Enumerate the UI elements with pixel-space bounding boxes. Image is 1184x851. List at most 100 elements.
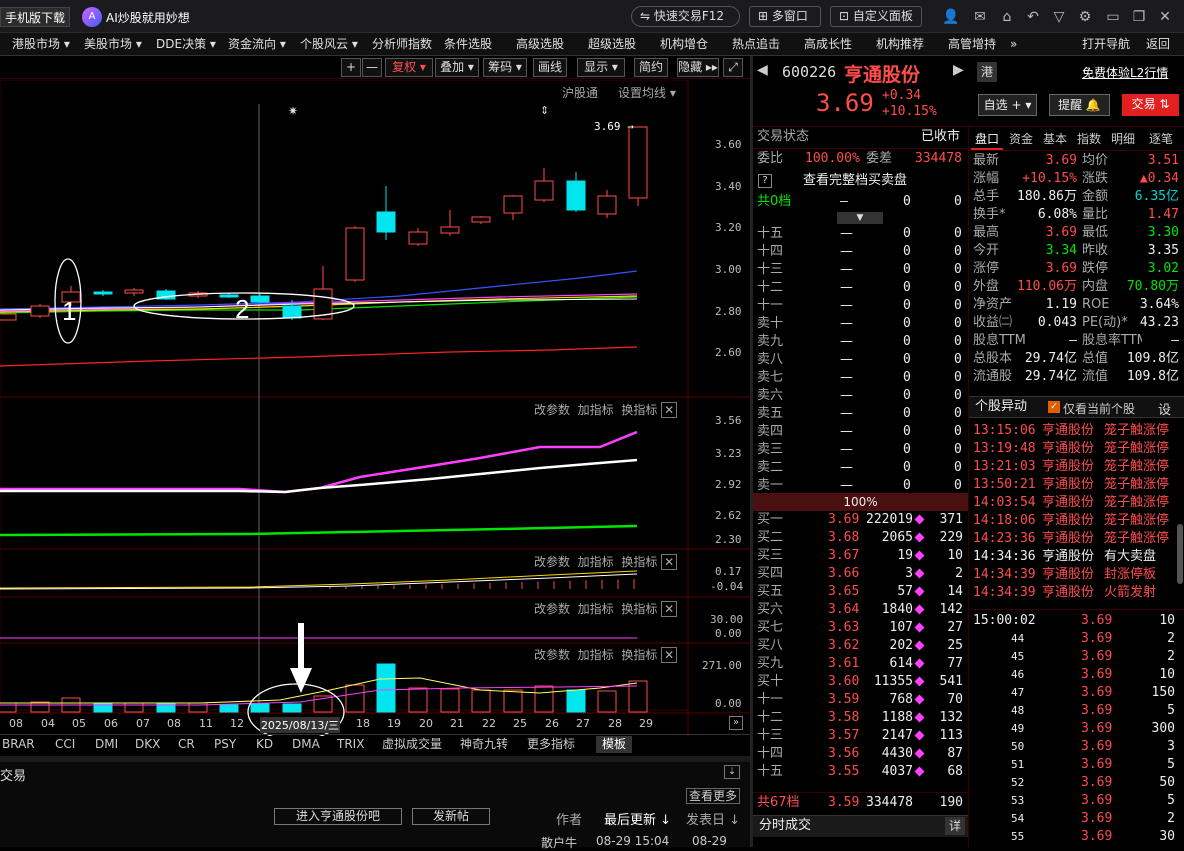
hide-button[interactable]: 隐藏 ▸▸ — [677, 58, 719, 77]
indicator-tab-更多指标[interactable]: 更多指标 — [527, 736, 575, 753]
edit-params-link[interactable]: 改参数 — [534, 555, 570, 569]
menu-advanced-pick[interactable]: 高级选股 — [516, 33, 564, 56]
ind1-links[interactable]: 改参数 加指标 换指标 ✕ — [534, 401, 678, 418]
close-icon[interactable]: ✕ — [661, 554, 678, 570]
hugutong-link[interactable]: 沪股通 — [562, 84, 598, 101]
expand-icon[interactable]: ⤢ — [723, 58, 743, 77]
switch-indicator-link[interactable]: 换指标 — [621, 403, 657, 417]
collapse-chevron-icon[interactable]: ▼ — [837, 212, 883, 224]
ai-logo-icon[interactable]: A — [82, 7, 102, 27]
view-more-button[interactable]: 查看更多 — [686, 788, 741, 804]
custom-panel-button[interactable]: ⊡ 自定义面板 — [830, 6, 922, 27]
panel-toggle-icon[interactable]: ⇣ — [724, 765, 740, 779]
restore-icon[interactable]: ❐ — [1130, 8, 1148, 26]
ai-slogan-link[interactable]: AI炒股就用妙想 — [106, 9, 190, 26]
free-l2-link[interactable]: 免费体验L2行情 — [1082, 64, 1168, 81]
back-button[interactable]: 返回 — [1146, 33, 1170, 56]
movement-scrollbar[interactable] — [1177, 524, 1183, 584]
mobile-download-button[interactable]: 手机版下载 — [0, 7, 71, 27]
menu-inst-recommend[interactable]: 机构推荐 — [876, 33, 924, 56]
multi-window-button[interactable]: ⊞ 多窗口 — [749, 6, 821, 27]
date-axis-chevron-icon[interactable]: » — [729, 716, 743, 730]
movement-settings-button[interactable]: 设 — [1158, 399, 1171, 418]
only-current-checkbox[interactable]: ✓ — [1048, 401, 1060, 413]
trade-tab[interactable]: 交易 — [0, 765, 26, 784]
help-icon[interactable]: ? — [758, 174, 772, 188]
next-stock-icon[interactable]: ▶ — [953, 62, 964, 78]
indicator-tab-psy[interactable]: PSY — [214, 736, 236, 753]
simple-button[interactable]: 简约 — [634, 58, 668, 77]
ind2-links[interactable]: 改参数 加指标 换指标 ✕ — [534, 553, 678, 570]
menu-hot-track[interactable]: 热点追击 — [732, 33, 780, 56]
indicator-tab-模板[interactable]: 模板 — [596, 736, 633, 753]
movement-stock[interactable]: 亨通股份 — [1042, 530, 1094, 548]
movement-stock[interactable]: 亨通股份 — [1042, 494, 1094, 512]
col-post-date[interactable]: 发表日 ↓ — [686, 809, 740, 828]
edit-params-link[interactable]: 改参数 — [534, 403, 570, 417]
remind-button[interactable]: 提醒 🔔 — [1049, 94, 1110, 116]
fuquan-dropdown[interactable]: 复权 ▾ — [385, 58, 433, 77]
tab-fund[interactable]: 资金 — [1005, 128, 1037, 150]
ind3-links[interactable]: 改参数 加指标 换指标 ✕ — [534, 600, 678, 617]
menu-exec-increase[interactable]: 高管增持 — [948, 33, 996, 56]
menu-super-pick[interactable]: 超级选股 — [588, 33, 636, 56]
indicator-tab-cci[interactable]: CCI — [55, 736, 75, 753]
movement-stock[interactable]: 亨通股份 — [1042, 584, 1094, 602]
home-icon[interactable]: ⌂ — [998, 8, 1016, 26]
resize-handle[interactable] — [0, 756, 750, 762]
indicator-tab-dkx[interactable]: DKX — [135, 736, 160, 753]
menu-analyst-index[interactable]: 分析师指数 — [372, 33, 432, 56]
indicator-tab-dmi[interactable]: DMI — [95, 736, 118, 753]
ind4-links[interactable]: 改参数 加指标 换指标 ✕ — [534, 646, 678, 663]
menu-condition-pick[interactable]: 条件选股 — [444, 33, 492, 56]
user-icon[interactable]: 👤 — [942, 8, 960, 26]
edit-params-link[interactable]: 改参数 — [534, 648, 570, 662]
prev-stock-icon[interactable]: ◀ — [757, 62, 768, 78]
tab-tick[interactable]: 逐笔 — [1143, 128, 1179, 150]
col-last-update[interactable]: 最后更新 ↓ — [604, 809, 671, 828]
tab-index[interactable]: 指数 — [1073, 128, 1105, 150]
fullscreen-icon[interactable]: ▭ — [1104, 8, 1122, 26]
add-indicator-link[interactable]: 加指标 — [578, 648, 614, 662]
shirt-icon[interactable]: ▽ — [1050, 8, 1068, 26]
indicator-tab-brar[interactable]: BRAR — [2, 736, 35, 753]
tick-detail-button[interactable]: 详 — [945, 817, 965, 835]
movement-stock[interactable]: 亨通股份 — [1042, 458, 1094, 476]
mail-icon[interactable]: ✉ — [971, 8, 989, 26]
add-indicator-link[interactable]: 加指标 — [578, 602, 614, 616]
menu-more-chevron-icon[interactable]: » — [1010, 33, 1017, 56]
close-icon[interactable]: ✕ — [661, 402, 678, 418]
switch-indicator-link[interactable]: 换指标 — [621, 555, 657, 569]
menu-high-growth[interactable]: 高成长性 — [804, 33, 852, 56]
close-icon[interactable]: ✕ — [661, 647, 678, 663]
movement-stock[interactable]: 亨通股份 — [1042, 422, 1094, 440]
indicator-tab-cr[interactable]: CR — [178, 736, 195, 753]
stock-name[interactable]: 亨通股份 — [844, 60, 920, 87]
movement-stock[interactable]: 亨通股份 — [1042, 512, 1094, 530]
movement-stock[interactable]: 亨通股份 — [1042, 566, 1094, 584]
movement-stock[interactable]: 亨通股份 — [1042, 476, 1094, 494]
close-icon[interactable]: ✕ — [661, 601, 678, 617]
settings-icon[interactable]: ⚙ — [1076, 8, 1094, 26]
indicator-tab-trix[interactable]: TRIX — [337, 736, 364, 753]
col-author[interactable]: 作者 — [556, 809, 582, 828]
indicator-tab-虚拟成交量[interactable]: 虚拟成交量 — [382, 736, 442, 753]
switch-indicator-link[interactable]: 换指标 — [621, 602, 657, 616]
movement-stock[interactable]: 亨通股份 — [1042, 548, 1094, 566]
menu-us-market[interactable]: 美股市场 ▾ — [84, 33, 142, 56]
tab-pankou[interactable]: 盘口 — [971, 128, 1003, 150]
indicator-tab-神奇九转[interactable]: 神奇九转 — [460, 736, 508, 753]
zoom-out-button[interactable]: — — [362, 58, 382, 77]
open-nav-button[interactable]: 打开导航 — [1082, 33, 1130, 56]
switch-indicator-link[interactable]: 换指标 — [621, 648, 657, 662]
full-book-link[interactable]: 查看完整档买卖盘 — [803, 172, 907, 190]
zoom-in-button[interactable]: + — [341, 58, 361, 77]
edit-params-link[interactable]: 改参数 — [534, 602, 570, 616]
menu-inst-increase[interactable]: 机构增仓 — [660, 33, 708, 56]
overlay-dropdown[interactable]: 叠加 ▾ — [435, 58, 479, 77]
menu-stock-news[interactable]: 个股风云 ▾ — [300, 33, 358, 56]
menu-hk-market[interactable]: 港股市场 ▾ — [12, 33, 70, 56]
enter-forum-button[interactable]: 进入亨通股份吧 — [274, 808, 402, 825]
add-indicator-link[interactable]: 加指标 — [578, 555, 614, 569]
menu-dde[interactable]: DDE决策 ▾ — [156, 33, 216, 56]
